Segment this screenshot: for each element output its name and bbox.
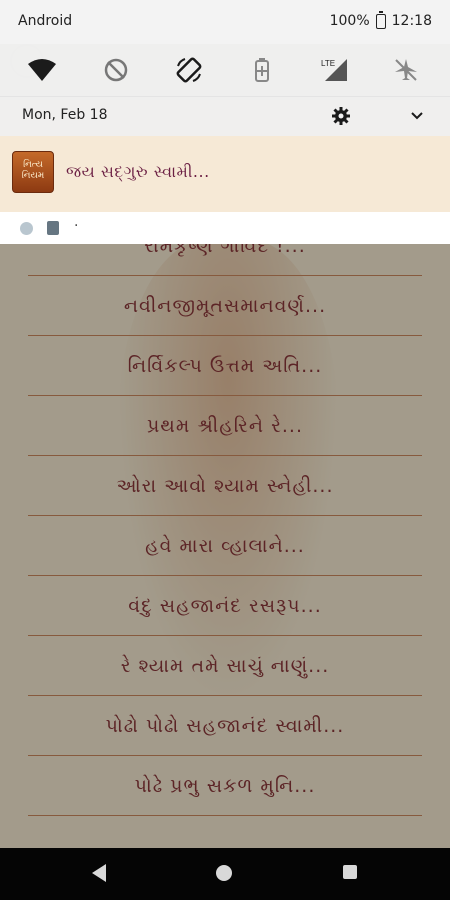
airplane-mode-icon[interactable] [386, 50, 426, 90]
battery-percent: 100% [329, 13, 370, 29]
app-icon: નિત્ય નિયમ [12, 151, 54, 193]
lte-signal-icon[interactable]: LTE [316, 50, 356, 90]
app-icon-text: નિત્ય નિયમ [21, 160, 45, 181]
date-label: Mon, Feb 18 [22, 107, 108, 123]
wifi-icon[interactable] [22, 50, 62, 90]
back-icon[interactable] [92, 864, 106, 882]
sd-card-icon [47, 221, 59, 235]
notification-title: જય સદ્ગુરુ સ્વામી... [66, 162, 210, 181]
chevron-down-icon[interactable] [406, 105, 428, 127]
quick-settings-tiles: LTE [0, 44, 450, 96]
home-icon[interactable] [216, 865, 232, 881]
battery-saver-icon[interactable] [242, 50, 282, 90]
circle-icon [20, 222, 33, 235]
dnd-off-icon[interactable] [96, 50, 136, 90]
status-right: 100% 12:18 [329, 10, 432, 29]
settings-gear-icon[interactable] [330, 105, 352, 127]
battery-icon [375, 10, 386, 29]
status-bar: Android 100% 12:18 [0, 0, 450, 44]
lte-label: LTE [321, 59, 335, 68]
navigation-bar [0, 848, 450, 900]
notification-shade: Android 100% 12:18 LTE Mon, Feb 18 નિત્ય… [0, 0, 450, 244]
more-dot: · [74, 218, 79, 234]
carrier-label: Android [18, 13, 73, 29]
clock: 12:18 [391, 13, 432, 29]
rotate-icon[interactable] [169, 50, 209, 90]
recents-icon[interactable] [343, 865, 357, 879]
notification-card[interactable]: નિત્ય નિયમ જય સદ્ગુરુ સ્વામી... [0, 136, 450, 212]
minimized-notifications[interactable]: · [0, 212, 450, 244]
date-row: Mon, Feb 18 [0, 96, 450, 137]
